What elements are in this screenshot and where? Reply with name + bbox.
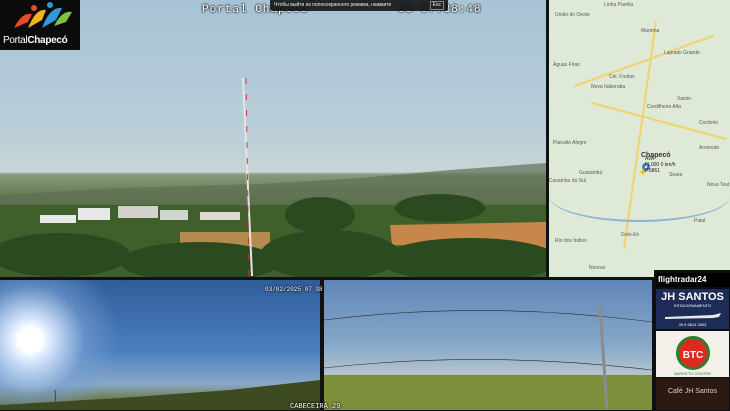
logo-wordmark: PortalChapecó [3, 35, 68, 46]
cafe-ad[interactable]: Café JH Santos [656, 378, 729, 410]
runners-logo-icon [14, 2, 72, 28]
map-road [573, 34, 715, 88]
cafe-label: Café JH Santos [667, 388, 718, 395]
plane-info-line: PS861 [645, 168, 661, 174]
map-place: Nova Itaberaba [591, 84, 626, 90]
map-place: Cel. Freitas [609, 74, 635, 80]
map-place: Lajeado Grande [664, 50, 700, 56]
map-place: Caxambu do Sul [549, 178, 586, 184]
esc-key-button[interactable]: Esc [429, 1, 444, 10]
jh-santos-ad[interactable]: JH SANTOS ESTACIONAMENTO 49 9 8814 2603 [656, 289, 729, 329]
map-place: Planalto Alegre [553, 140, 587, 146]
map-place: Nova Teut [707, 182, 730, 188]
portal-chapeco-logo: PortalChapecó [0, 0, 80, 50]
map-place: Guatambú [579, 170, 603, 176]
map-place: Arvoredo [699, 145, 720, 151]
btc-badge: BTC [676, 336, 710, 370]
fullscreen-notice: Чтобы выйти из полноэкранного режима, на… [270, 0, 448, 11]
flightradar-name: flightradar24 [658, 275, 707, 284]
runway-camera-view [324, 280, 652, 410]
map-place: Linha Parella [604, 2, 634, 8]
logo-brand-bold: Chapecó [27, 35, 68, 46]
flight-map[interactable]: Linha Parella União do Oeste Marema Laje… [549, 0, 730, 277]
sun-camera-view [0, 280, 320, 410]
map-place: Xaxim [677, 96, 691, 102]
map-place: Paial [694, 218, 706, 224]
flightradar-banner[interactable]: flightradar24 [656, 273, 730, 287]
main-camera-scene [0, 77, 546, 277]
map-place: Nonoai [589, 265, 605, 271]
map-place: Cordeiro [699, 120, 719, 126]
map-place: Goio-En [621, 232, 640, 238]
main-camera-view [0, 0, 546, 277]
jh-santos-phone: 49 9 8814 2603 [678, 322, 707, 327]
logo-brand-regular: Portal [3, 35, 28, 46]
map-place: Marema [641, 28, 660, 34]
fullscreen-notice-text: Чтобы выйти из полноэкранного режима, на… [274, 2, 392, 8]
plane-info-label: AVA FL000 0 km/h PS861 [645, 156, 676, 174]
map-place: União do Oeste [555, 12, 590, 18]
runway-camera-scene [324, 305, 652, 410]
map-place: Cordilheira Alta [647, 104, 681, 110]
sun-camera-scene [0, 380, 320, 410]
jh-santos-title: JH SANTOS [661, 291, 724, 303]
jh-santos-sub: ESTACIONAMENTO [673, 303, 712, 308]
btc-ad[interactable]: BTC BARRETO CENTER [656, 331, 729, 377]
btc-caption: BARRETO CENTER [674, 371, 711, 376]
map-place: Rio dos Índios [555, 238, 587, 244]
airplane-icon [664, 313, 721, 319]
map-place: Águas Frias [553, 62, 580, 68]
